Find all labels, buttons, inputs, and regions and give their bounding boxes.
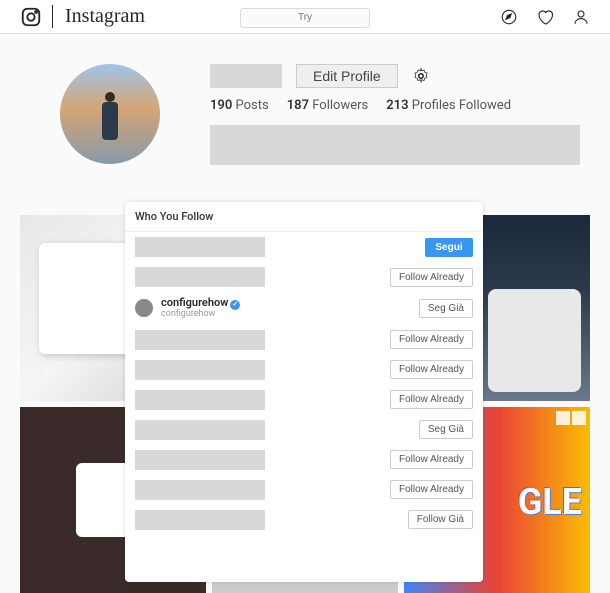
- follow-button[interactable]: Follow Already: [390, 390, 473, 409]
- following-row: configurehowconfigurehow Seg Già: [125, 292, 483, 325]
- follow-button[interactable]: Follow Già: [408, 510, 473, 529]
- top-actions: [500, 8, 590, 26]
- user-placeholder: [135, 450, 265, 470]
- brand-wordmark[interactable]: Instagram: [52, 5, 145, 28]
- username-placeholder: [210, 64, 282, 88]
- profile-stats: 190 Posts 187 Followers 213 Profiles Fol…: [210, 98, 590, 113]
- following-row: Follow Already: [125, 445, 483, 475]
- following-row: Follow Already: [125, 385, 483, 415]
- profile-name-row: Edit Profile: [210, 64, 590, 88]
- follow-button[interactable]: Follow Already: [390, 330, 473, 349]
- user-name-column: configurehowconfigurehow: [161, 297, 240, 320]
- verified-badge-icon: [230, 300, 240, 310]
- settings-icon[interactable]: [412, 67, 430, 85]
- profile-icon[interactable]: [572, 8, 590, 26]
- gallery-badge-icon: [556, 411, 570, 425]
- user-placeholder: [135, 267, 265, 287]
- follow-button[interactable]: Follow Already: [390, 360, 473, 379]
- following-row: Segui: [125, 232, 483, 262]
- following-row: Follow Already: [125, 475, 483, 505]
- search-input[interactable]: [240, 8, 370, 28]
- following-stat[interactable]: 213 Profiles Followed: [386, 98, 511, 113]
- profile-header: Edit Profile 190 Posts 187 Followers 213…: [0, 34, 610, 175]
- posts-stat[interactable]: 190 Posts: [210, 98, 269, 113]
- user-placeholder: [135, 360, 265, 380]
- explore-icon[interactable]: [500, 8, 518, 26]
- user-placeholder: [135, 480, 265, 500]
- instagram-logo-icon[interactable]: [20, 6, 42, 28]
- user-username[interactable]: configurehow: [161, 297, 240, 310]
- follow-button[interactable]: Follow Already: [390, 268, 473, 287]
- follow-button[interactable]: Segui: [425, 238, 473, 257]
- user-placeholder: [135, 390, 265, 410]
- follow-button[interactable]: Seg Già: [419, 420, 473, 439]
- user-handle: configurehow: [161, 310, 240, 320]
- top-navigation: Instagram: [0, 0, 610, 34]
- following-row: Follow Già: [125, 505, 483, 535]
- following-list: Segui Follow Already configurehowconfigure…: [125, 232, 483, 535]
- follow-button[interactable]: Follow Already: [390, 450, 473, 469]
- follow-button[interactable]: Seg Già: [419, 299, 473, 318]
- profile-info: Edit Profile 190 Posts 187 Followers 213…: [210, 64, 590, 165]
- edit-profile-button[interactable]: Edit Profile: [296, 64, 398, 88]
- modal-title: Who You Follow: [125, 202, 483, 232]
- gallery-badge-icon: [572, 411, 586, 425]
- following-row: Follow Already: [125, 325, 483, 355]
- user-avatar[interactable]: [135, 299, 153, 317]
- follow-button[interactable]: Follow Already: [390, 480, 473, 499]
- following-modal: Who You Follow Segui Follow Already config…: [125, 202, 483, 582]
- followers-stat[interactable]: 187 Followers: [287, 98, 369, 113]
- heart-icon[interactable]: [536, 8, 554, 26]
- profile-avatar[interactable]: [60, 64, 160, 164]
- user-placeholder: [135, 237, 265, 257]
- user-placeholder: [135, 510, 265, 530]
- user-placeholder: [135, 420, 265, 440]
- following-row: Follow Already: [125, 355, 483, 385]
- following-row: Follow Already: [125, 262, 483, 292]
- search-container: [240, 5, 370, 28]
- bio-placeholder: [210, 125, 580, 165]
- user-placeholder: [135, 330, 265, 350]
- following-row: Seg Già: [125, 415, 483, 445]
